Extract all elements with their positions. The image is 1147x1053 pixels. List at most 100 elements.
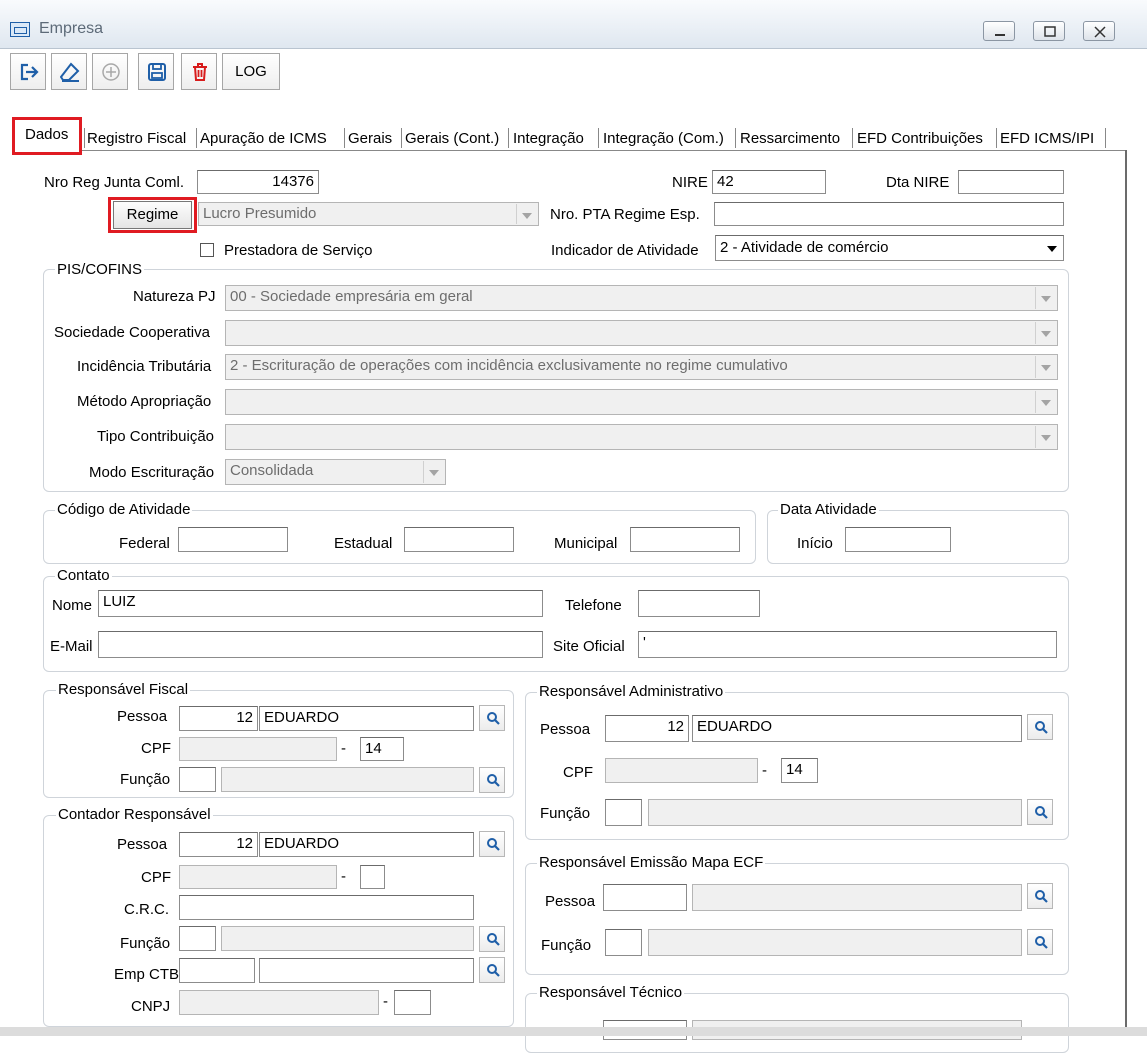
dta-nire-label: Dta NIRE: [886, 174, 950, 191]
resp-ecf-pessoa-name[interactable]: [692, 884, 1022, 911]
tipo-label: Tipo Contribuição: [97, 428, 215, 445]
resp-fiscal-cpf-label: CPF: [141, 740, 171, 757]
telefone-label: Telefone: [565, 597, 622, 614]
contador-pessoa-name[interactable]: EDUARDO: [259, 832, 474, 857]
tab-integracao-com[interactable]: Integração (Com.): [603, 130, 724, 147]
eraser-icon: [60, 62, 80, 82]
resp-fiscal-funcao-search[interactable]: [479, 767, 505, 793]
telefone-input[interactable]: [638, 590, 760, 617]
resp-ecf-funcao-name[interactable]: [648, 929, 1022, 956]
add-button[interactable]: [92, 53, 128, 90]
municipal-input[interactable]: [630, 527, 740, 552]
resp-ecf-funcao-label: Função: [541, 937, 592, 954]
tipo-select[interactable]: [225, 424, 1058, 450]
resp-ecf-pessoa-search[interactable]: [1027, 883, 1053, 909]
clear-button[interactable]: [51, 53, 87, 90]
tab-gerais-cont[interactable]: Gerais (Cont.): [405, 130, 499, 147]
resp-ecf-funcao-search[interactable]: [1027, 929, 1053, 955]
resp-admin-funcao-name[interactable]: [648, 799, 1022, 826]
inicio-input[interactable]: [845, 527, 951, 552]
contador-cpf-dv[interactable]: [360, 865, 385, 889]
cooperativa-select[interactable]: [225, 320, 1058, 346]
metodo-select[interactable]: [225, 389, 1058, 415]
resp-admin-funcao-search[interactable]: [1027, 799, 1053, 825]
empctb-name[interactable]: [259, 958, 474, 983]
chevron-down-icon: [1035, 356, 1056, 378]
crc-label: C.R.C.: [124, 901, 169, 918]
tab-divider: [598, 128, 599, 148]
resp-fiscal-cpf-dv[interactable]: 14: [360, 737, 404, 761]
contador-cpf-input[interactable]: [179, 865, 337, 889]
contador-pessoa-search[interactable]: [479, 831, 505, 857]
modo-label: Modo Escrituração: [89, 464, 215, 481]
cnpj-dv[interactable]: [394, 990, 431, 1015]
resp-fiscal-funcao-code[interactable]: [179, 767, 216, 792]
modo-select[interactable]: Consolidada: [225, 459, 446, 485]
tab-dados[interactable]: Dados: [25, 126, 68, 143]
resp-admin-pessoa-code[interactable]: 12: [605, 715, 689, 742]
resp-admin-cpf-input[interactable]: [605, 758, 758, 783]
estadual-input[interactable]: [404, 527, 514, 552]
resp-ecf-funcao-code[interactable]: [605, 929, 642, 956]
tab-divider: [1105, 128, 1106, 148]
nome-input[interactable]: LUIZ: [98, 590, 543, 617]
email-input[interactable]: [98, 631, 543, 658]
cooperativa-label: Sociedade Cooperativa: [54, 324, 210, 341]
regime-highlight: [108, 197, 197, 233]
federal-input[interactable]: [178, 527, 288, 552]
indicador-select[interactable]: 2 - Atividade de comércio: [715, 235, 1064, 261]
tab-gerais[interactable]: Gerais: [348, 130, 392, 147]
resp-fiscal-pessoa-code[interactable]: 12: [179, 706, 258, 731]
resp-admin-cpf-dv[interactable]: 14: [781, 758, 818, 783]
prestadora-checkbox[interactable]: [200, 243, 214, 257]
pta-input[interactable]: [714, 202, 1064, 226]
tab-ressarcimento[interactable]: Ressarcimento: [740, 130, 840, 147]
chevron-down-icon: [1042, 237, 1062, 259]
pta-label: Nro. PTA Regime Esp.: [550, 206, 700, 223]
resp-fiscal-funcao-name[interactable]: [221, 767, 474, 792]
minimize-button[interactable]: [983, 21, 1015, 41]
tab-apuracao-icms[interactable]: Apuração de ICMS: [200, 130, 327, 147]
chevron-down-icon: [1035, 391, 1056, 413]
regime-select[interactable]: Lucro Presumido: [198, 202, 539, 226]
resp-fiscal-pessoa-search[interactable]: [479, 705, 505, 731]
crc-input[interactable]: [179, 895, 474, 920]
dta-nire-input[interactable]: [958, 170, 1064, 194]
cnpj-input[interactable]: [179, 990, 379, 1015]
incidencia-select[interactable]: 2 - Escrituração de operações com incidê…: [225, 354, 1058, 380]
resp-fiscal-pessoa-name[interactable]: EDUARDO: [259, 706, 474, 731]
resp-fiscal-cpf-input[interactable]: [179, 737, 337, 761]
empctb-code[interactable]: [179, 958, 255, 983]
tab-efd-icms-ipi[interactable]: EFD ICMS/IPI: [1000, 130, 1094, 147]
tab-divider: [196, 128, 197, 148]
log-button[interactable]: LOG: [222, 53, 280, 90]
tab-efd-contribuicoes[interactable]: EFD Contribuições: [857, 130, 983, 147]
tab-integracao[interactable]: Integração: [513, 130, 584, 147]
tab-divider: [401, 128, 402, 148]
contador-funcao-name[interactable]: [221, 926, 474, 951]
resp-admin-pessoa-name[interactable]: EDUARDO: [692, 715, 1022, 742]
resp-admin-pessoa-search[interactable]: [1027, 714, 1053, 740]
contador-funcao-code[interactable]: [179, 926, 216, 951]
chevron-down-icon: [1035, 322, 1056, 344]
tab-registro-fiscal[interactable]: Registro Fiscal: [87, 130, 186, 147]
maximize-button[interactable]: [1033, 21, 1065, 41]
title-bar: [0, 0, 1147, 49]
contador-funcao-search[interactable]: [479, 926, 505, 952]
nro-reg-input[interactable]: 14376: [197, 170, 319, 194]
chevron-down-icon: [1035, 426, 1056, 448]
natureza-select[interactable]: 00 - Sociedade empresária em geral: [225, 285, 1058, 311]
close-button[interactable]: [1083, 21, 1115, 41]
empctb-search[interactable]: [479, 957, 505, 983]
contador-pessoa-code[interactable]: 12: [179, 832, 258, 857]
resp-ecf-pessoa-code[interactable]: [603, 884, 687, 911]
resp-admin-funcao-code[interactable]: [605, 799, 642, 826]
search-icon: [1035, 936, 1048, 949]
site-input[interactable]: ': [638, 631, 1057, 658]
search-icon: [487, 933, 500, 946]
save-button[interactable]: [138, 53, 174, 90]
nire-input[interactable]: 42: [712, 170, 826, 194]
delete-button[interactable]: [181, 53, 217, 90]
exit-button[interactable]: [10, 53, 46, 90]
horizontal-scrollbar[interactable]: [0, 1027, 1147, 1036]
